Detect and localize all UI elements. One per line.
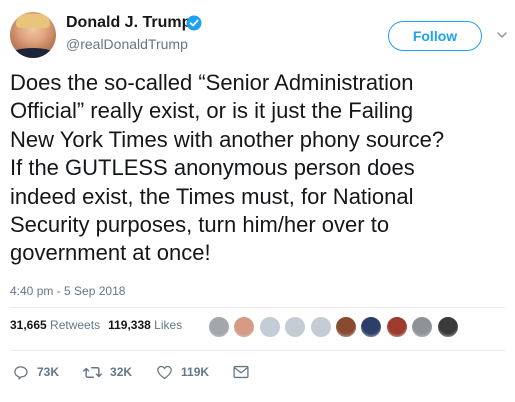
like-count: 119K: [181, 365, 210, 379]
retweets-count: 31,665: [10, 318, 47, 332]
liker-avatar[interactable]: [233, 316, 256, 338]
message-button[interactable]: [233, 365, 249, 379]
reply-count: 73K: [37, 365, 60, 379]
liker-avatar[interactable]: [208, 316, 230, 338]
author-name[interactable]: Donald J. Trump: [66, 14, 191, 32]
like-button[interactable]: 119K: [156, 364, 209, 381]
divider: [10, 350, 505, 351]
liker-avatar[interactable]: [284, 316, 307, 338]
author-handle[interactable]: @realDonaldTrump: [66, 36, 188, 52]
liker-avatar[interactable]: [258, 316, 281, 338]
likes-label: Likes: [154, 318, 183, 332]
verified-badge-icon: [186, 15, 202, 31]
chevron-down-icon[interactable]: [496, 29, 508, 41]
reply-button[interactable]: 73K: [12, 364, 59, 381]
retweets-label: Retweets: [50, 318, 101, 332]
retweet-icon: [83, 366, 102, 378]
liker-avatar[interactable]: [411, 316, 434, 338]
reply-icon: [14, 365, 28, 380]
divider: [10, 307, 505, 308]
tweet-actions: 73K 32K 119K: [10, 362, 249, 382]
likes-count: 119,338: [108, 318, 151, 332]
liker-avatar[interactable]: [334, 316, 357, 338]
retweet-button[interactable]: 32K: [83, 364, 132, 381]
likes-stat[interactable]: 119,338 Likes: [108, 318, 182, 332]
liker-avatar[interactable]: [436, 316, 459, 338]
likers-avatar-row: [208, 316, 462, 338]
tweet-card: Donald J. Trump @realDonaldTrump Follow …: [0, 0, 515, 402]
follow-button[interactable]: Follow: [388, 21, 482, 51]
tweet-text: Does the so-called “Senior Administratio…: [10, 70, 445, 266]
message-icon: [233, 365, 249, 379]
retweet-count: 32K: [110, 365, 133, 379]
like-icon: [157, 365, 172, 379]
engagement-stats: 31,665 Retweets 119,338 Likes: [10, 318, 182, 332]
liker-avatar[interactable]: [360, 316, 383, 338]
liker-avatar[interactable]: [385, 316, 408, 338]
avatar-hair: [16, 14, 50, 28]
liker-avatar[interactable]: [309, 316, 332, 338]
tweet-timestamp[interactable]: 4:40 pm - 5 Sep 2018: [10, 284, 125, 298]
avatar[interactable]: [10, 12, 56, 58]
retweets-stat[interactable]: 31,665 Retweets: [10, 318, 100, 332]
avatar-suit: [10, 48, 56, 58]
